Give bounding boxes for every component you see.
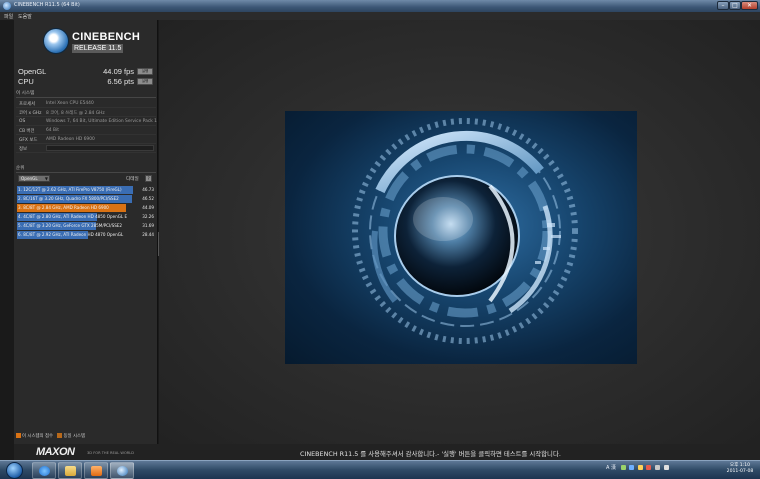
score-row-opengl: OpenGL 44.09 fps 실행 <box>18 67 154 77</box>
ranking-label: 2. 8C/16T @ 3.20 GHz, Quadro FX 5800/PCI… <box>18 196 119 201</box>
panel-splitter-handle[interactable] <box>158 232 159 256</box>
clock-date: 2011-07-08 <box>726 469 754 474</box>
cinebench-sphere-icon <box>44 29 68 53</box>
system-value: Windows 7, 64 Bit, Ultimate Edition Serv… <box>46 119 157 124</box>
ranking-label: 4. 4C/8T @ 2.80 GHz, ATI Radeon HD 4850 … <box>18 214 128 219</box>
details-label: 디테일 <box>126 177 139 182</box>
system-section-header: 이 시스템 <box>16 91 156 98</box>
taskbar-cinebench[interactable] <box>110 462 134 479</box>
chevron-down-icon: ▼ <box>44 176 48 181</box>
minimize-button[interactable]: – <box>717 1 729 10</box>
system-value: AMD Radeon HD 6900 <box>46 137 95 142</box>
legend-swatch-same <box>57 433 63 438</box>
maxon-tagline: 3D FOR THE REAL WORLD <box>87 451 135 455</box>
system-value: 64 Bit <box>46 128 59 133</box>
ranking-row[interactable]: 5. 4C/8T @ 3.20 GHz, GeForce GTX 285M/PC… <box>17 222 155 230</box>
ranking-label: 5. 4C/8T @ 3.20 GHz, GeForce GTX 285M/PC… <box>18 223 122 228</box>
system-tray: A 漢 <box>606 464 716 477</box>
ranking-row[interactable]: 2. 8C/16T @ 3.20 GHz, Quadro FX 5800/PCI… <box>17 195 155 203</box>
system-label: 코어 x GHz <box>19 111 42 116</box>
ranking-section-header: 순위 <box>16 166 156 173</box>
system-value: Intel Xeon CPU E5440 <box>46 101 94 106</box>
system-row-cb-version: CB 버전 64 Bit <box>16 126 156 135</box>
info-input[interactable] <box>46 145 154 151</box>
security-icon[interactable] <box>637 465 643 470</box>
system-label: 정보 <box>19 147 28 152</box>
details-button[interactable]: ? <box>145 175 152 182</box>
ranking-label: 1. 12C/12T @ 2.62 GHz, ATI FirePro V8750… <box>18 187 122 192</box>
left-panel: CINEBENCH RELEASE 11.5 OpenGL 44.09 fps … <box>14 20 158 444</box>
score-row-cpu: CPU 6.56 pts 실행 <box>18 77 154 87</box>
taskbar-media-player[interactable] <box>84 462 108 479</box>
score-value: 6.56 pts <box>107 77 134 86</box>
window-title-bar[interactable]: CINEBENCH R11.5 (64 Bit) – □ ✕ <box>0 0 760 12</box>
usb-icon[interactable] <box>654 465 660 470</box>
ranking-score: 44.09 <box>142 205 154 210</box>
cinebench-logo: CINEBENCH RELEASE 11.5 <box>44 29 140 55</box>
volume-icon[interactable] <box>663 465 669 470</box>
taskbar-file-explorer[interactable] <box>58 462 82 479</box>
system-row-os: OS Windows 7, 64 Bit, Ultimate Edition S… <box>16 117 157 126</box>
logo-release: RELEASE 11.5 <box>72 44 124 53</box>
ranking-row[interactable]: 6. 8C/8T @ 2.92 GHz, ATI Radeon HD 4870 … <box>17 231 155 239</box>
ranking-row[interactable]: 4. 4C/8T @ 2.80 GHz, ATI Radeon HD 4850 … <box>17 213 155 221</box>
system-row-info: 정보 <box>16 144 156 153</box>
maximize-button[interactable]: □ <box>729 1 741 10</box>
status-bar: MAXON 3D FOR THE REAL WORLD CINEBENCH R1… <box>14 444 760 460</box>
network-icon[interactable] <box>620 465 626 470</box>
ranking-dropdown[interactable]: OpenGL ▼ <box>18 175 50 182</box>
ranking-score: 28.44 <box>142 232 154 237</box>
system-row-gfx: GFX 보드 AMD Radeon HD 6900 <box>16 135 156 144</box>
score-label: OpenGL <box>18 67 47 76</box>
internet-explorer-icon <box>39 466 50 476</box>
media-player-icon <box>91 466 102 476</box>
legend-same-system: 동일 시스템 <box>63 434 86 439</box>
render-viewport <box>159 20 760 444</box>
logo-name: CINEBENCH <box>72 31 141 43</box>
run-opengl-button[interactable]: 실행 <box>137 68 153 75</box>
render-artwork <box>352 118 578 344</box>
ranking-legend: 이 시스템의 점수 동일 시스템 <box>16 433 156 440</box>
render-preview-image <box>285 111 637 364</box>
ranking-score: 31.69 <box>142 223 154 228</box>
system-label: OS <box>19 119 26 124</box>
ranking-label: 6. 8C/8T @ 2.92 GHz, ATI Radeon HD 4870 … <box>18 232 124 237</box>
menu-help[interactable]: 도움말 <box>18 13 32 20</box>
run-cpu-button[interactable]: 실행 <box>137 78 153 85</box>
system-label: CB 버전 <box>19 129 35 134</box>
start-button[interactable] <box>6 462 23 479</box>
bluetooth-icon[interactable] <box>629 465 635 470</box>
score-value: 44.09 fps <box>103 67 134 76</box>
taskbar-clock[interactable]: 오후 1:10 2011-07-08 <box>722 463 758 475</box>
system-row-cores: 코어 x GHz 8 코어, 8 쓰레드 @ 2.84 GHz <box>16 108 156 117</box>
system-row-processor: 프로세서 Intel Xeon CPU E5440 <box>16 99 156 108</box>
ranking-dropdown-value: OpenGL <box>21 176 38 181</box>
windows-taskbar: A 漢 오후 1:10 2011-07-08 <box>0 460 760 479</box>
antivirus-icon[interactable] <box>646 465 652 470</box>
cinebench-app-icon <box>3 2 11 10</box>
system-value: 8 코어, 8 쓰레드 @ 2.84 GHz <box>46 111 105 116</box>
language-indicator[interactable]: A 漢 <box>606 465 616 471</box>
ranking-score: 46.52 <box>142 196 154 201</box>
ranking-score: 46.73 <box>142 187 154 192</box>
ranking-row[interactable]: 3. 8C/8T @ 2.84 GHz, AMD Radeon HD 6900 … <box>17 204 155 212</box>
menu-file[interactable]: 파일 <box>4 13 13 20</box>
folder-icon <box>65 466 76 476</box>
cinebench-icon <box>117 466 128 476</box>
menu-bar: 파일 도움말 <box>0 12 760 20</box>
ranking-label: 3. 8C/8T @ 2.84 GHz, AMD Radeon HD 6900 <box>18 205 109 210</box>
taskbar-internet-explorer[interactable] <box>32 462 56 479</box>
window-title: CINEBENCH R11.5 (64 Bit) <box>14 2 80 8</box>
system-label: 프로세서 <box>19 102 36 107</box>
status-message: CINEBENCH R11.5 를 사용해주셔서 감사합니다.- '실행' 버튼… <box>300 450 561 458</box>
maxon-logo: MAXON <box>36 446 75 458</box>
system-label: GFX 보드 <box>19 138 38 143</box>
legend-swatch-this <box>16 433 21 438</box>
legend-this-system: 이 시스템의 점수 <box>22 434 54 439</box>
ranking-score: 32.26 <box>142 214 154 219</box>
ranking-row[interactable]: 1. 12C/12T @ 2.62 GHz, ATI FirePro V8750… <box>17 186 155 194</box>
score-label: CPU <box>18 77 34 86</box>
close-button[interactable]: ✕ <box>741 1 758 10</box>
